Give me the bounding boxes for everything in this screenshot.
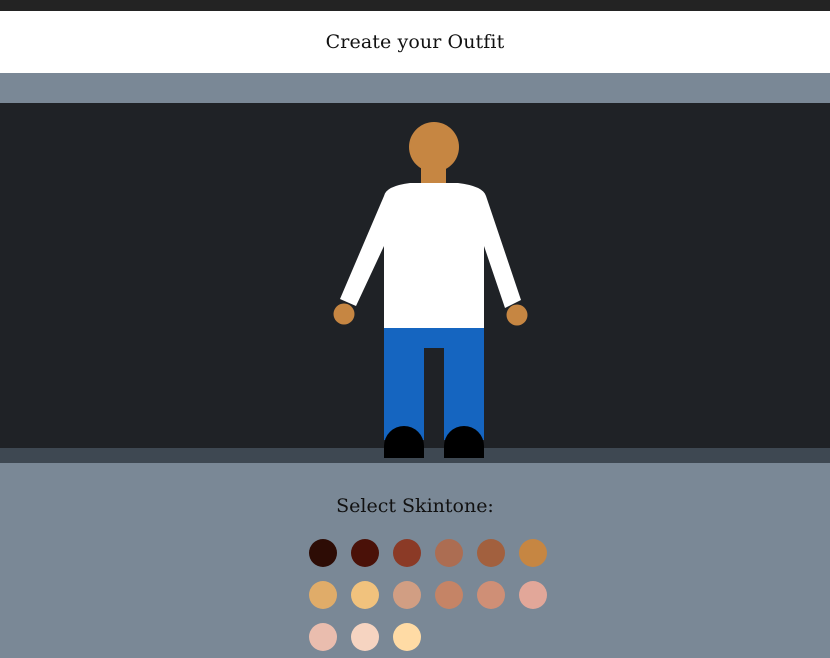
avatar-stage bbox=[0, 103, 830, 448]
stage-floor bbox=[0, 448, 830, 463]
skintone-picker-title: Select Skintone: bbox=[336, 495, 494, 517]
skintone-swatch[interactable] bbox=[393, 623, 421, 651]
top-bar bbox=[0, 0, 830, 11]
skintone-swatch[interactable] bbox=[477, 539, 505, 567]
skintone-swatch[interactable] bbox=[393, 539, 421, 567]
skintone-swatch-grid bbox=[309, 539, 549, 651]
skintone-swatch[interactable] bbox=[309, 539, 337, 567]
page-title: Create your Outfit bbox=[325, 31, 505, 53]
skintone-swatch[interactable] bbox=[393, 581, 421, 609]
skintone-swatch[interactable] bbox=[435, 581, 463, 609]
skintone-swatch[interactable] bbox=[435, 539, 463, 567]
skintone-swatch[interactable] bbox=[309, 623, 337, 651]
header: Create your Outfit bbox=[0, 11, 830, 73]
skintone-swatch[interactable] bbox=[351, 581, 379, 609]
skintone-picker: Select Skintone: bbox=[0, 463, 830, 658]
header-gap bbox=[0, 73, 830, 103]
skintone-swatch[interactable] bbox=[477, 581, 505, 609]
skintone-swatch[interactable] bbox=[519, 539, 547, 567]
skintone-swatch[interactable] bbox=[519, 581, 547, 609]
skintone-swatch[interactable] bbox=[309, 581, 337, 609]
skintone-swatch[interactable] bbox=[351, 623, 379, 651]
skintone-swatch[interactable] bbox=[351, 539, 379, 567]
